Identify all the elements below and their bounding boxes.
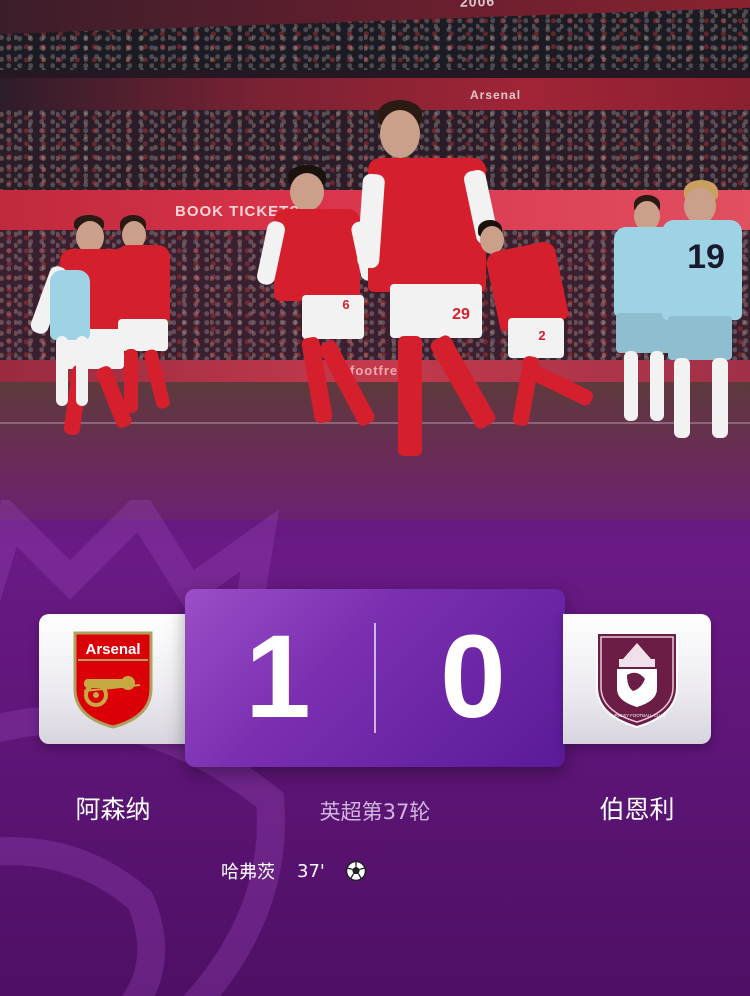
scoreboard: 1 0 <box>185 589 565 767</box>
soccer-ball-icon <box>345 860 367 882</box>
round-label: 英超第37轮 <box>319 800 431 824</box>
home-team-card[interactable]: Arsenal <box>39 614 187 744</box>
goal-scorer-name: 哈弗茨 <box>221 862 275 883</box>
jersey-number: 19 <box>687 238 725 276</box>
home-score: 1 <box>245 611 311 743</box>
away-score: 0 <box>440 611 506 743</box>
jersey-number: 2 <box>538 328 546 343</box>
player-number-19: 19 <box>650 180 750 445</box>
arsenal-crest-text: Arsenal <box>85 641 140 658</box>
away-team-card[interactable]: BURNLEY FOOTBALL CLUB <box>563 614 711 744</box>
hero-photo: 2006 Arsenal BOOK TICKETS footfresh 6 29… <box>0 0 750 520</box>
goal-event: 哈弗茨 37' <box>221 858 367 884</box>
score-divider <box>374 623 376 733</box>
jersey-number: 6 <box>342 297 350 312</box>
away-team-name: 伯恩利 <box>599 795 675 824</box>
match-result-card: 2006 Arsenal BOOK TICKETS footfresh 6 29… <box>0 0 750 996</box>
player-left-back <box>110 215 190 425</box>
home-team-name: 阿森纳 <box>75 795 151 824</box>
jersey-number: 29 <box>452 306 470 323</box>
arsenal-crest-icon: Arsenal <box>73 631 153 729</box>
burnley-crest-icon: BURNLEY FOOTBALL CLUB <box>596 632 678 729</box>
player-number-2: 2 <box>478 220 618 440</box>
goal-minute: 37' <box>297 860 325 882</box>
score-row: Arsenal 1 0 BURNLEY FOOTBALL CLUB <box>0 589 750 769</box>
player-opponent-far-left <box>14 260 94 410</box>
burnley-crest-text: BURNLEY FOOTBALL CLUB <box>609 713 665 718</box>
